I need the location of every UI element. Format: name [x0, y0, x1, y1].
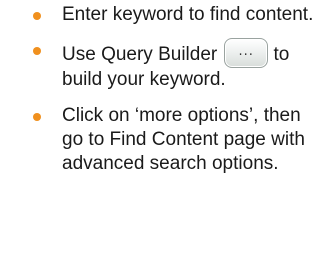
tip-text-query-builder: Use Query Builder: [62, 44, 218, 65]
bullet-icon: [33, 113, 41, 121]
help-panel: Enter keyword to find content. Use Query…: [0, 0, 327, 263]
bullet-icon: [33, 12, 41, 20]
bullet-icon: [33, 47, 41, 55]
tip-item-query-builder: Use Query Builder... to build your keywo…: [0, 38, 327, 92]
ellipsis-icon: ...: [238, 44, 254, 59]
tip-text-keyword: Enter keyword to find content.: [62, 4, 314, 25]
tip-item-more-options: Click on ‘more options’, then go to Find…: [0, 104, 327, 176]
tip-text-more-options: Click on ‘more options’, then go to Find…: [62, 105, 305, 174]
tip-item-keyword: Enter keyword to find content.: [0, 3, 327, 27]
tips-list: Enter keyword to find content. Use Query…: [0, 3, 327, 176]
query-builder-button[interactable]: ...: [224, 38, 269, 68]
